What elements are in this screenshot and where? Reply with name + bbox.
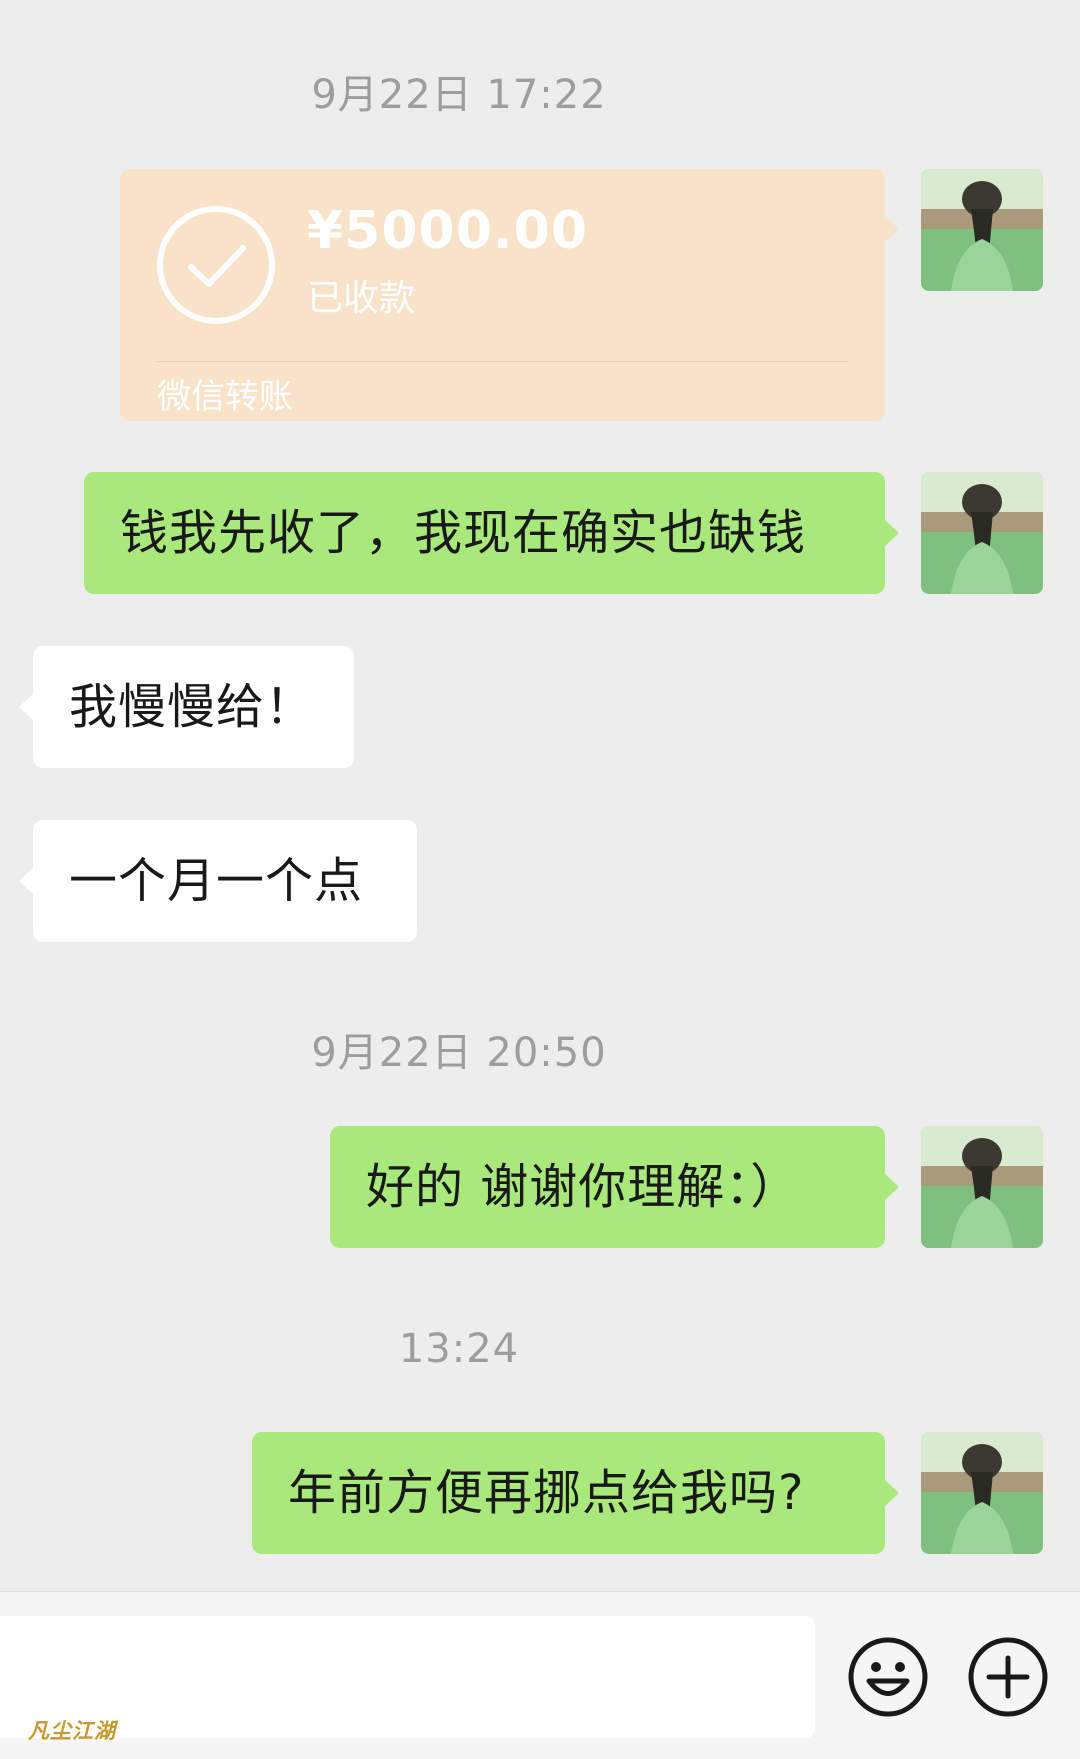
input-bar: 凡尘江湖: [0, 1591, 1080, 1759]
plus-icon[interactable]: [967, 1636, 1049, 1718]
chat-message-received[interactable]: 我慢慢给！: [19, 646, 354, 768]
chat-message-sent[interactable]: 好的 谢谢你理解：）: [330, 1126, 899, 1248]
transfer-amount: ¥5000.00: [307, 201, 589, 261]
transfer-footer-label: 微信转账: [157, 377, 293, 417]
timestamp: 9月22日 20:50: [311, 1030, 607, 1076]
message-input[interactable]: [0, 1616, 815, 1738]
avatar[interactable]: [921, 472, 1043, 594]
avatar[interactable]: [921, 1126, 1043, 1248]
check-circle-icon: [157, 206, 275, 324]
emoji-icon[interactable]: [847, 1636, 929, 1718]
chat-message-sent[interactable]: 钱我先收了，我现在确实也缺钱: [84, 472, 899, 594]
chat-message-sent[interactable]: 年前方便再挪点给我吗?: [252, 1432, 899, 1554]
watermark: 凡尘江湖: [28, 1718, 116, 1743]
avatar[interactable]: [921, 169, 1043, 291]
avatar[interactable]: [921, 1432, 1043, 1554]
timestamp: 13:24: [398, 1326, 520, 1372]
transfer-card[interactable]: ¥5000.00 已收款 微信转账: [120, 169, 899, 421]
transfer-status: 已收款: [307, 278, 416, 319]
timestamp: 9月22日 17:22: [311, 72, 607, 118]
divider: [157, 361, 848, 362]
chat-message-received[interactable]: 一个月一个点: [19, 820, 417, 942]
